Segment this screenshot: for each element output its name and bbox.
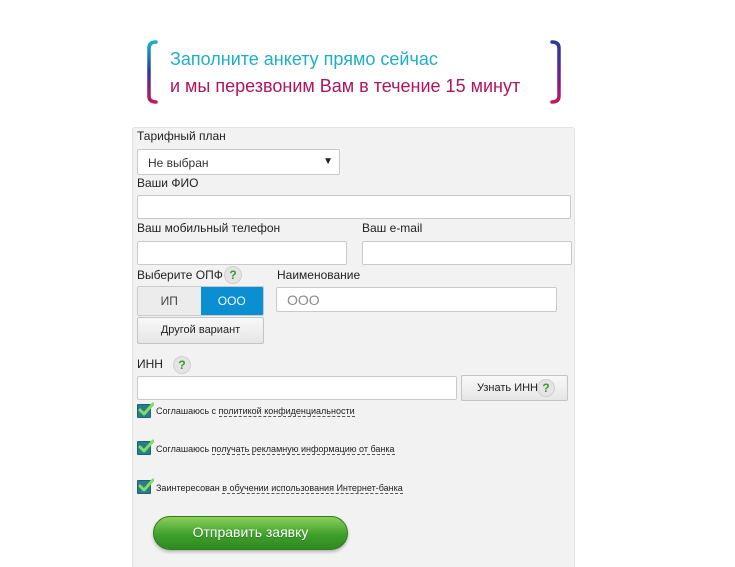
consent-privacy-prefix: Соглашаюсь с <box>156 406 219 416</box>
phone-input[interactable] <box>137 241 347 265</box>
consent-training-prefix: Заинтересован <box>156 483 223 493</box>
application-form: Тарифный план Не выбран ▼ Ваши ФИО Ваш м… <box>132 127 575 567</box>
opf-option-ooo[interactable]: ООО <box>200 287 263 315</box>
inn-help-icon[interactable]: ? <box>173 356 191 374</box>
consent-privacy-checkbox[interactable] <box>137 402 154 418</box>
opf-help-icon[interactable]: ? <box>224 266 242 284</box>
find-inn-button[interactable]: Узнать ИНН ? <box>461 375 568 401</box>
find-inn-help-icon: ? <box>537 379 555 397</box>
dropdown-arrow-icon: ▼ <box>323 156 333 167</box>
org-name-label: Наименование <box>277 268 361 282</box>
tariff-label: Тарифный план <box>137 129 226 143</box>
email-label: Ваш e-mail <box>362 221 423 235</box>
privacy-policy-link[interactable]: политикой конфиденциальности <box>218 406 355 417</box>
checkmark-icon <box>138 439 154 453</box>
other-opf-button[interactable]: Другой вариант <box>137 317 264 344</box>
tariff-selected-value: Не выбран <box>148 156 209 170</box>
inn-label: ИНН <box>137 357 163 371</box>
name-input[interactable] <box>137 195 571 219</box>
inn-input[interactable] <box>137 376 457 400</box>
ads-info-link[interactable]: получать рекламную информацию от банка <box>211 444 395 455</box>
find-inn-label: Узнать ИНН <box>477 382 538 394</box>
consent-privacy-text: Соглашаюсь с политикой конфиденциальност… <box>156 406 355 417</box>
headline-line1: Заполните анкету прямо сейчас <box>170 49 438 69</box>
consent-training-text: Заинтересован в обучении использования И… <box>156 483 403 494</box>
headline-line2: и мы перезвоним Вам в течение 15 минут <box>170 76 521 96</box>
opf-toggle: ИП ООО <box>137 286 264 316</box>
right-bracket-decoration <box>550 40 562 104</box>
left-bracket-decoration <box>146 40 158 104</box>
consent-training-checkbox[interactable] <box>137 478 154 494</box>
name-label: Ваши ФИО <box>137 176 199 190</box>
checkmark-icon <box>138 478 154 492</box>
consent-ads-prefix: Соглашаюсь <box>156 444 212 454</box>
tariff-select[interactable]: Не выбран ▼ <box>137 149 340 175</box>
submit-application-button[interactable]: Отправить заявку <box>153 516 348 550</box>
checkmark-icon <box>138 402 154 416</box>
consent-ads-checkbox[interactable] <box>137 439 154 455</box>
consent-ads-text: Соглашаюсь получать рекламную информацию… <box>156 444 395 455</box>
phone-label: Ваш мобильный телефон <box>137 221 281 235</box>
opf-label: Выберите ОПФ <box>137 268 223 282</box>
opf-option-ip[interactable]: ИП <box>138 287 201 315</box>
promo-banner: Заполните анкету прямо сейчас и мы перез… <box>146 40 562 104</box>
org-name-input[interactable] <box>276 287 557 312</box>
email-input[interactable] <box>362 241 572 265</box>
internet-bank-training-link[interactable]: в обучении использования Интернет-банка <box>222 483 403 494</box>
